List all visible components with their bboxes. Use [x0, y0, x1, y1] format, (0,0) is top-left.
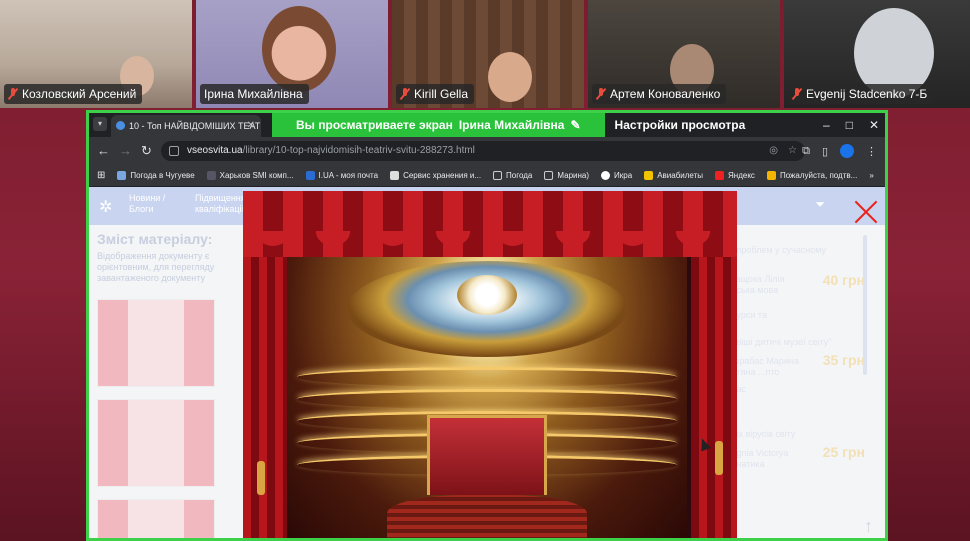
bookmark-item[interactable]: Пожалуйста, подтв...	[766, 171, 857, 180]
avatar	[488, 52, 532, 102]
curtain-left	[243, 241, 287, 538]
bookmark-item[interactable]: Авиабилеты	[644, 171, 703, 180]
stalls	[387, 495, 587, 538]
iua-icon	[305, 171, 315, 180]
chandelier	[457, 275, 517, 315]
mic-off-icon	[596, 88, 606, 100]
participant-tile[interactable]: Артем Коноваленко	[588, 0, 780, 108]
bookmarks-bar: ⊞ Погода в Чугуеве Харьков SMI комп... I…	[89, 165, 885, 187]
page-scrollbar[interactable]	[863, 235, 867, 375]
url-input[interactable]: vseosvita.ua/library/10-top-najvidomisih…	[161, 141, 805, 161]
address-bar-row: ← → ↻ vseosvita.ua/library/10-top-najvid…	[89, 137, 885, 165]
smi-icon	[206, 171, 216, 180]
participant-tile[interactable]: Ірина Михайлівна	[196, 0, 388, 108]
presenter-name: Ірина Михайлівна	[458, 118, 565, 132]
browser-tab[interactable]: 10 - Топ НАЙВІДОМІШИХ ТЕАТ ✕	[111, 115, 261, 137]
bookmark-item[interactable]: Харьков SMI комп...	[206, 171, 294, 180]
slide-thumbnail[interactable]	[97, 399, 215, 487]
tab-title: 10 - Топ НАЙВІДОМІШИХ ТЕАТ	[129, 121, 261, 131]
reload-icon[interactable]: ↻	[141, 137, 152, 165]
mail-icon	[766, 171, 776, 180]
course-price: 35 грн	[822, 352, 865, 368]
slide-thumbnail[interactable]	[97, 299, 215, 387]
shared-screen[interactable]: ▾ 10 - Топ НАЙВІДОМІШИХ ТЕАТ ✕ – □ ✕ Вы …	[86, 110, 888, 541]
course-card[interactable]: ...іх вірусів світу ...gnia Victorya ...…	[729, 429, 869, 470]
bookmark-item[interactable]: Сервис хранения и...	[390, 171, 481, 180]
forward-arrow-icon[interactable]: →	[119, 137, 132, 165]
stage-curtain	[427, 415, 547, 495]
close-overlay-icon[interactable]	[853, 199, 879, 225]
filter-icon[interactable]: ⏷	[815, 197, 825, 212]
back-arrow-icon[interactable]: ←	[97, 137, 110, 165]
star-icon[interactable]: ☆	[788, 141, 797, 161]
site-info-icon[interactable]	[169, 146, 179, 156]
theatre-image	[243, 191, 737, 538]
course-price: 40 грн	[822, 272, 865, 288]
minimize-button[interactable]: –	[823, 113, 830, 137]
avatar	[262, 6, 336, 92]
page-subtitle: Відображення документу є орієнтовним, дл…	[97, 251, 215, 283]
eye-off-icon[interactable]: ◎	[769, 141, 778, 161]
maximize-button[interactable]: □	[846, 113, 853, 137]
plane-icon	[644, 171, 654, 180]
site-logo-icon[interactable]: ✲	[99, 197, 112, 217]
extensions-icon[interactable]: ⧉	[802, 145, 810, 158]
bookmark-item[interactable]: Погода в Чугуеве	[117, 171, 195, 180]
participant-name: Kirill Gella	[396, 84, 475, 104]
participant-name: Артем Коноваленко	[592, 84, 727, 104]
mic-off-icon	[792, 88, 802, 100]
page-title: Зміст матеріалу:	[97, 231, 213, 247]
folder-icon	[493, 171, 503, 180]
cloud-icon	[117, 171, 127, 180]
course-card[interactable]: ...віші дитячі музеї світу" Карабас Мари…	[729, 337, 869, 395]
folder-icon	[544, 171, 554, 180]
participant-tile[interactable]: Kirill Gella	[392, 0, 584, 108]
participant-name: Ірина Михайлівна	[200, 84, 309, 104]
tassel	[715, 441, 723, 475]
nav-news-link[interactable]: Новини / Блоги	[129, 193, 189, 215]
course-price: 25 грн	[822, 444, 865, 460]
sidebar-icon[interactable]: ▯	[822, 145, 828, 158]
slide-thumbnail[interactable]	[97, 499, 215, 538]
pin-icon: ✎	[570, 118, 581, 132]
scroll-top-icon[interactable]: ↑	[864, 516, 873, 537]
yandex-icon	[715, 171, 725, 180]
view-settings-button[interactable]: Настройки просмотра	[605, 113, 756, 137]
curtain-top	[243, 191, 737, 257]
screen-share-banner: Вы просматриваете экран Ірина Михайлівна…	[272, 113, 755, 137]
mic-off-icon	[8, 88, 18, 100]
tassel	[257, 461, 265, 495]
bookmark-item[interactable]: Марина)	[544, 171, 589, 180]
course-list: ...проблем у сучасному Нащока Лілія ...с…	[729, 235, 869, 535]
globe-icon	[601, 171, 611, 180]
favicon-icon	[116, 121, 125, 130]
apps-icon[interactable]: ⊞	[97, 170, 105, 181]
tab-close-icon[interactable]: ✕	[247, 115, 255, 137]
participant-name: Козловский Арсений	[4, 84, 143, 104]
bookmark-item[interactable]: Икра	[601, 171, 632, 180]
participant-tile[interactable]: Evgenij Stadcenko 7-Б	[784, 0, 970, 108]
tab-search-icon[interactable]: ▾	[93, 117, 107, 131]
storage-icon	[390, 171, 400, 180]
mic-off-icon	[400, 88, 410, 100]
participant-tile[interactable]: Козловский Арсений	[0, 0, 192, 108]
participant-name: Evgenij Stadcenko 7-Б	[788, 84, 934, 104]
close-window-button[interactable]: ✕	[869, 113, 879, 137]
bookmark-item[interactable]: Яндекс	[715, 171, 755, 180]
participant-strip: Козловский Арсений Ірина Михайлівна Kiri…	[0, 0, 970, 108]
course-card[interactable]: ...проблем у сучасному Нащока Лілія ...с…	[729, 245, 869, 321]
bookmark-item[interactable]: I.UA - моя почта	[305, 171, 378, 180]
more-bookmarks-icon[interactable]: »	[869, 171, 873, 180]
viewing-indicator: Вы просматриваете экран Ірина Михайлівна…	[272, 113, 605, 137]
opera-hall	[287, 257, 687, 538]
curtain-right	[691, 241, 737, 538]
bookmark-item[interactable]: Погода	[493, 171, 532, 180]
profile-avatar[interactable]	[840, 144, 854, 158]
menu-icon[interactable]: ⋮	[866, 145, 877, 158]
window-controls: – □ ✕	[823, 113, 879, 137]
